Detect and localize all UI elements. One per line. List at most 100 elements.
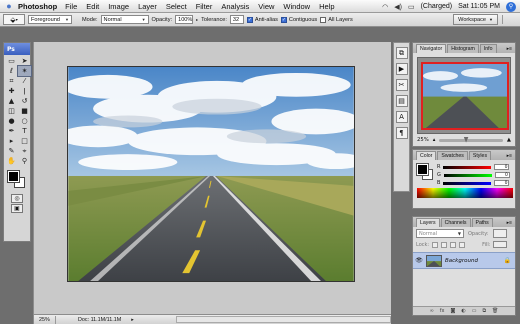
blend-mode-select[interactable]: Normal ▼	[416, 229, 464, 238]
spotlight-icon[interactable]: ⚲	[506, 1, 516, 12]
battery-icon[interactable]: ▭	[408, 3, 415, 11]
tool-preset-picker[interactable]: ⬙ ▾	[3, 14, 25, 25]
green-value-field[interactable]: 0	[494, 172, 510, 178]
workspace-button[interactable]: Workspace ▼	[453, 14, 498, 25]
foreground-color-swatch[interactable]	[416, 163, 429, 176]
color-spectrum-bar[interactable]	[417, 188, 513, 198]
menu-filter[interactable]: Filter	[196, 2, 213, 11]
contiguous-checkbox[interactable]: ✓ Contiguous	[280, 16, 317, 23]
all-layers-checkbox[interactable]: All Layers	[320, 16, 353, 23]
eyedropper-tool[interactable]: ⁄	[18, 76, 31, 86]
lock-all-icon[interactable]	[459, 241, 466, 248]
path-selection-tool[interactable]: ▸	[5, 136, 18, 146]
new-layer-icon[interactable]: ⧉	[482, 308, 486, 314]
clone-stamp-tool[interactable]: ▲	[5, 96, 18, 106]
layer-row-background[interactable]: 👁 Background 🔒	[413, 252, 515, 269]
zoom-field[interactable]: 25%	[34, 315, 56, 324]
menu-edit[interactable]: Edit	[86, 2, 99, 11]
hand-tool[interactable]: ✋	[5, 156, 18, 166]
gradient-tool[interactable]: ■	[18, 106, 31, 116]
menu-view[interactable]: View	[258, 2, 274, 11]
antialias-checkbox[interactable]: ✓ Anti-alias	[246, 16, 278, 23]
tab-channels[interactable]: Channels	[440, 218, 471, 227]
blur-tool[interactable]: ●	[5, 116, 18, 126]
volume-icon[interactable]: ◀)	[394, 3, 402, 11]
lock-transparency-icon[interactable]	[432, 241, 439, 248]
opacity-arrow-icon[interactable]: ▸	[196, 17, 198, 22]
layer-style-icon[interactable]: fx	[440, 308, 445, 314]
menu-layer[interactable]: Layer	[138, 2, 157, 11]
document-info[interactable]: Doc: 11.1M/11.1M	[78, 317, 121, 323]
navigator-zoom[interactable]: 25%	[417, 137, 429, 143]
healing-brush-tool[interactable]: ✚	[5, 86, 18, 96]
layer-opacity-field[interactable]	[492, 229, 507, 238]
quick-mask-button[interactable]: ◎	[11, 194, 23, 203]
lock-pixels-icon[interactable]	[441, 241, 448, 248]
tab-histogram[interactable]: Histogram	[447, 44, 479, 53]
move-tool[interactable]: ➤	[18, 56, 31, 66]
tab-info[interactable]: Info	[479, 44, 497, 53]
magic-wand-tool[interactable]: ✶	[17, 65, 32, 77]
lasso-tool[interactable]: ℓ	[5, 66, 18, 76]
crop-tool[interactable]: ⌗	[5, 76, 18, 86]
red-value-field[interactable]: 0	[494, 164, 510, 170]
road-photo[interactable]	[67, 66, 355, 282]
tab-styles[interactable]: Styles	[468, 151, 492, 160]
app-menu[interactable]: Photoshop	[18, 2, 57, 11]
history-panel-icon[interactable]: ⧉	[395, 47, 408, 59]
menu-image[interactable]: Image	[108, 2, 129, 11]
notes-tool[interactable]: ✎	[5, 146, 18, 156]
menu-select[interactable]: Select	[166, 2, 187, 11]
blue-slider[interactable]	[443, 181, 492, 185]
menu-window[interactable]: Window	[283, 2, 310, 11]
menu-help[interactable]: Help	[319, 2, 334, 11]
screen-mode-button[interactable]: ▣	[11, 204, 23, 213]
zoom-slider-knob[interactable]	[463, 136, 469, 143]
new-group-icon[interactable]: ▭	[472, 308, 477, 314]
actions-panel-icon[interactable]: ▶	[395, 63, 408, 75]
brush-tool[interactable]: ǀ	[18, 86, 31, 96]
dodge-tool[interactable]: ○	[18, 116, 31, 126]
horizontal-scrollbar[interactable]	[176, 316, 391, 323]
zoom-slider[interactable]	[439, 136, 503, 143]
opacity-field[interactable]: 100%	[175, 15, 194, 24]
zoom-in-icon[interactable]: ▲	[507, 137, 511, 143]
panel-menu-icon[interactable]: ▸≡	[507, 153, 512, 160]
view-proxy-rectangle[interactable]	[421, 62, 509, 130]
layer-name[interactable]: Background	[445, 258, 501, 264]
tab-layers[interactable]: Layers	[416, 218, 440, 227]
apple-menu-icon[interactable]: ●	[0, 1, 18, 11]
navigator-thumbnail[interactable]	[417, 57, 511, 134]
foreground-color-swatch[interactable]	[7, 170, 20, 183]
link-layers-icon[interactable]: ∞	[430, 308, 434, 314]
zoom-out-icon[interactable]: ▴	[433, 137, 436, 143]
tool-presets-icon[interactable]: ✂	[395, 79, 408, 91]
green-slider[interactable]	[443, 173, 492, 177]
eraser-tool[interactable]: ◫	[5, 106, 18, 116]
tab-paths[interactable]: Paths	[471, 218, 493, 227]
blue-value-field[interactable]: 0	[494, 180, 510, 186]
fill-field[interactable]	[493, 241, 508, 248]
trash-icon[interactable]: 🗑	[492, 308, 498, 314]
visibility-eye-icon[interactable]: 👁	[415, 257, 423, 264]
tab-swatches[interactable]: Swatches	[437, 151, 468, 160]
wifi-icon[interactable]: ◠	[382, 3, 388, 11]
menu-file[interactable]: File	[65, 2, 77, 11]
brushes-panel-icon[interactable]: ▤	[395, 95, 408, 107]
type-tool[interactable]: T	[18, 126, 31, 136]
tab-navigator[interactable]: Navigator	[416, 44, 447, 53]
add-mask-icon[interactable]: ◙	[451, 308, 456, 314]
canvas-area[interactable]	[34, 42, 391, 314]
toolbox-logo[interactable]: Ps	[4, 43, 30, 55]
panel-menu-icon[interactable]: ▸≡	[507, 46, 512, 53]
history-brush-tool[interactable]: ↺	[18, 96, 31, 106]
pen-tool[interactable]: ✒	[5, 126, 18, 136]
adjustment-layer-icon[interactable]: ◐	[461, 308, 465, 314]
shape-tool[interactable]: □	[18, 136, 31, 146]
lock-position-icon[interactable]	[450, 241, 457, 248]
status-menu-arrow-icon[interactable]: ▸	[131, 317, 134, 323]
menu-analysis[interactable]: Analysis	[221, 2, 249, 11]
battery-status[interactable]: (Charged)	[421, 3, 453, 10]
mode-select[interactable]: Normal ▼	[100, 15, 149, 24]
tolerance-field[interactable]: 32	[229, 15, 244, 24]
